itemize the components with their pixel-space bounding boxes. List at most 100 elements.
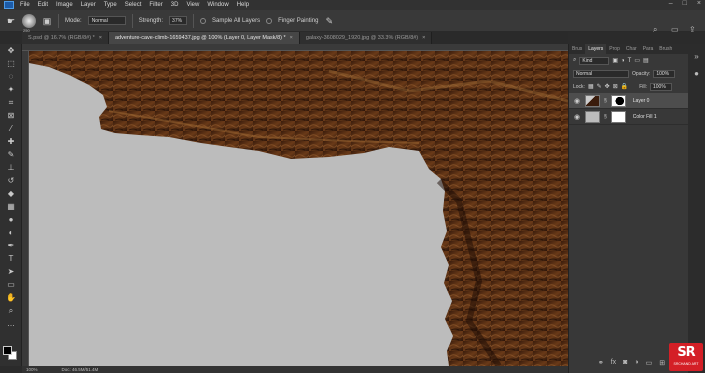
kind-filter-select[interactable]: Kind [579, 56, 610, 65]
menu-file[interactable]: File [20, 2, 30, 8]
ruler-left [22, 51, 29, 366]
marquee-tool-icon[interactable]: ⬚ [0, 57, 22, 70]
menu-3d[interactable]: 3D [171, 2, 179, 8]
strength-input[interactable]: 37% [169, 16, 188, 25]
menu-type[interactable]: Type [104, 2, 117, 8]
tab-brushes[interactable]: Brush [656, 44, 675, 54]
tab-properties[interactable]: Prop [606, 44, 623, 54]
healing-brush-icon[interactable]: ✚ [0, 135, 22, 148]
shape-filter-icon[interactable]: ▭ [634, 57, 640, 64]
lock-artboard-icon[interactable]: ⊠ [613, 83, 618, 90]
color-panel-icon[interactable]: ● [688, 69, 705, 78]
menu-image[interactable]: Image [56, 2, 73, 8]
minimize-icon[interactable]: – [669, 0, 673, 7]
tab-galaxy[interactable]: galaxy-3608029_1920.jpg @ 33.3% (RGB/8#)… [299, 32, 433, 44]
hand-tool-icon[interactable]: ✋ [0, 291, 22, 304]
fx-icon[interactable]: fx [611, 359, 616, 367]
lock-transparent-icon[interactable]: ▦ [588, 83, 594, 90]
sample-all-layers-checkbox[interactable] [200, 17, 207, 24]
workspace-icon[interactable]: ▭ [671, 25, 681, 35]
cave-rock-image [29, 51, 568, 366]
menu-window[interactable]: Window [207, 2, 228, 8]
path-select-icon[interactable]: ➤ [0, 265, 22, 278]
opacity-input[interactable]: 100% [653, 69, 676, 78]
brush-settings-icon[interactable]: ▣ [42, 16, 52, 26]
smart-filter-icon[interactable]: ▤ [643, 57, 649, 64]
layer-row-layer-0[interactable]: ◉ § Layer 0 [569, 93, 688, 109]
eye-icon[interactable]: ◉ [573, 113, 581, 121]
eraser-tool-icon[interactable]: ◆ [0, 187, 22, 200]
tab-label: galaxy-3608029_1920.jpg @ 33.3% (RGB/8#) [305, 35, 419, 41]
history-brush-icon[interactable]: ↺ [0, 174, 22, 187]
menu-layer[interactable]: Layer [81, 2, 96, 8]
brush-tool-icon[interactable]: ✎ [0, 148, 22, 161]
type-tool-icon[interactable]: T [0, 252, 22, 265]
type-filter-icon[interactable]: T [628, 58, 632, 64]
tab-character[interactable]: Char [623, 44, 640, 54]
new-layer-icon[interactable]: ⊞ [659, 359, 665, 367]
lasso-tool-icon[interactable]: ◌ [0, 70, 22, 83]
doc-size: Doc: 46.5M/51.4M [61, 367, 99, 372]
add-mask-icon[interactable]: ◙ [623, 359, 627, 367]
lock-position-icon[interactable]: ✥ [605, 83, 610, 90]
fill-input[interactable]: 100% [649, 82, 672, 91]
adjustment-layer-icon[interactable]: ◑ [634, 359, 638, 367]
maximize-icon[interactable]: □ [683, 0, 687, 7]
menu-view[interactable]: View [186, 2, 199, 8]
opacity-label: Opacity: [632, 70, 651, 77]
collapse-icon[interactable]: » [688, 52, 705, 61]
lock-all-icon[interactable]: 🔒 [621, 83, 628, 90]
smudge-tool-icon[interactable]: ☛ [6, 16, 16, 26]
menu-filter[interactable]: Filter [149, 2, 162, 8]
link-icon[interactable]: § [604, 98, 607, 104]
sample-all-layers-label: Sample All Layers [212, 17, 261, 24]
zoom-level[interactable]: 100% [26, 366, 38, 373]
tab-paragraph[interactable]: Para [640, 44, 657, 54]
tab-brush-settings[interactable]: Brus [569, 44, 585, 54]
crop-tool-icon[interactable]: ⌗ [0, 96, 22, 109]
frame-tool-icon[interactable]: ⊠ [0, 109, 22, 122]
move-tool-icon[interactable]: ✥ [0, 44, 22, 57]
quick-select-tool-icon[interactable]: ✦ [0, 83, 22, 96]
eye-icon[interactable]: ◉ [573, 97, 581, 105]
dodge-tool-icon[interactable]: ◐ [0, 226, 22, 239]
layer-mask-thumbnail[interactable] [610, 94, 626, 107]
gradient-tool-icon[interactable]: ▦ [0, 200, 22, 213]
group-icon[interactable]: ▭ [646, 359, 653, 367]
blend-mode-select[interactable]: Normal [573, 69, 629, 78]
lock-pixels-icon[interactable]: ✎ [597, 83, 602, 90]
pixel-filter-icon[interactable]: ▣ [612, 57, 618, 64]
tab-layers[interactable]: Layers [585, 44, 607, 54]
shape-tool-icon[interactable]: ▭ [0, 278, 22, 291]
layer-row-color-fill-1[interactable]: ◉ § Color Fill 1 [569, 109, 688, 125]
pressure-icon[interactable]: ✎ [324, 16, 334, 26]
divider [131, 13, 133, 28]
link-icon[interactable]: § [604, 114, 607, 120]
more-tools-icon[interactable]: … [0, 317, 22, 330]
share-icon[interactable]: ⇪ [689, 25, 699, 35]
menu-help[interactable]: Help [237, 2, 249, 8]
clone-stamp-icon[interactable]: ⊥ [0, 161, 22, 174]
menu-edit[interactable]: Edit [38, 2, 48, 8]
tab-s-psd[interactable]: S.psd @ 16.7% (RGB/8#) * × [22, 32, 109, 44]
adjust-filter-icon[interactable]: ◑ [621, 58, 625, 64]
color-swatches[interactable] [3, 346, 17, 360]
layer-mask-thumbnail[interactable] [610, 110, 626, 123]
window-close-icon[interactable]: × [697, 0, 701, 7]
brush-preset-picker[interactable]: 250 [22, 13, 36, 33]
pen-tool-icon[interactable]: ✒ [0, 239, 22, 252]
search-icon[interactable]: ⌕ [653, 25, 663, 35]
close-icon[interactable]: × [290, 32, 293, 44]
eyedropper-tool-icon[interactable]: ⁄ [0, 122, 22, 135]
mode-select[interactable]: Normal [87, 16, 126, 25]
menu-select[interactable]: Select [125, 2, 142, 8]
foreground-color[interactable] [3, 346, 12, 355]
close-icon[interactable]: × [422, 32, 425, 44]
blur-tool-icon[interactable]: ● [0, 213, 22, 226]
link-layers-icon[interactable]: ⚭ [598, 359, 604, 367]
tab-adventure-cave[interactable]: adventure-cave-climb-1659437.jpg @ 100% … [108, 32, 300, 44]
close-icon[interactable]: × [99, 32, 102, 44]
document-canvas[interactable] [29, 51, 568, 366]
zoom-tool-icon[interactable]: ⌕ [0, 304, 22, 317]
finger-painting-checkbox[interactable] [266, 17, 273, 24]
